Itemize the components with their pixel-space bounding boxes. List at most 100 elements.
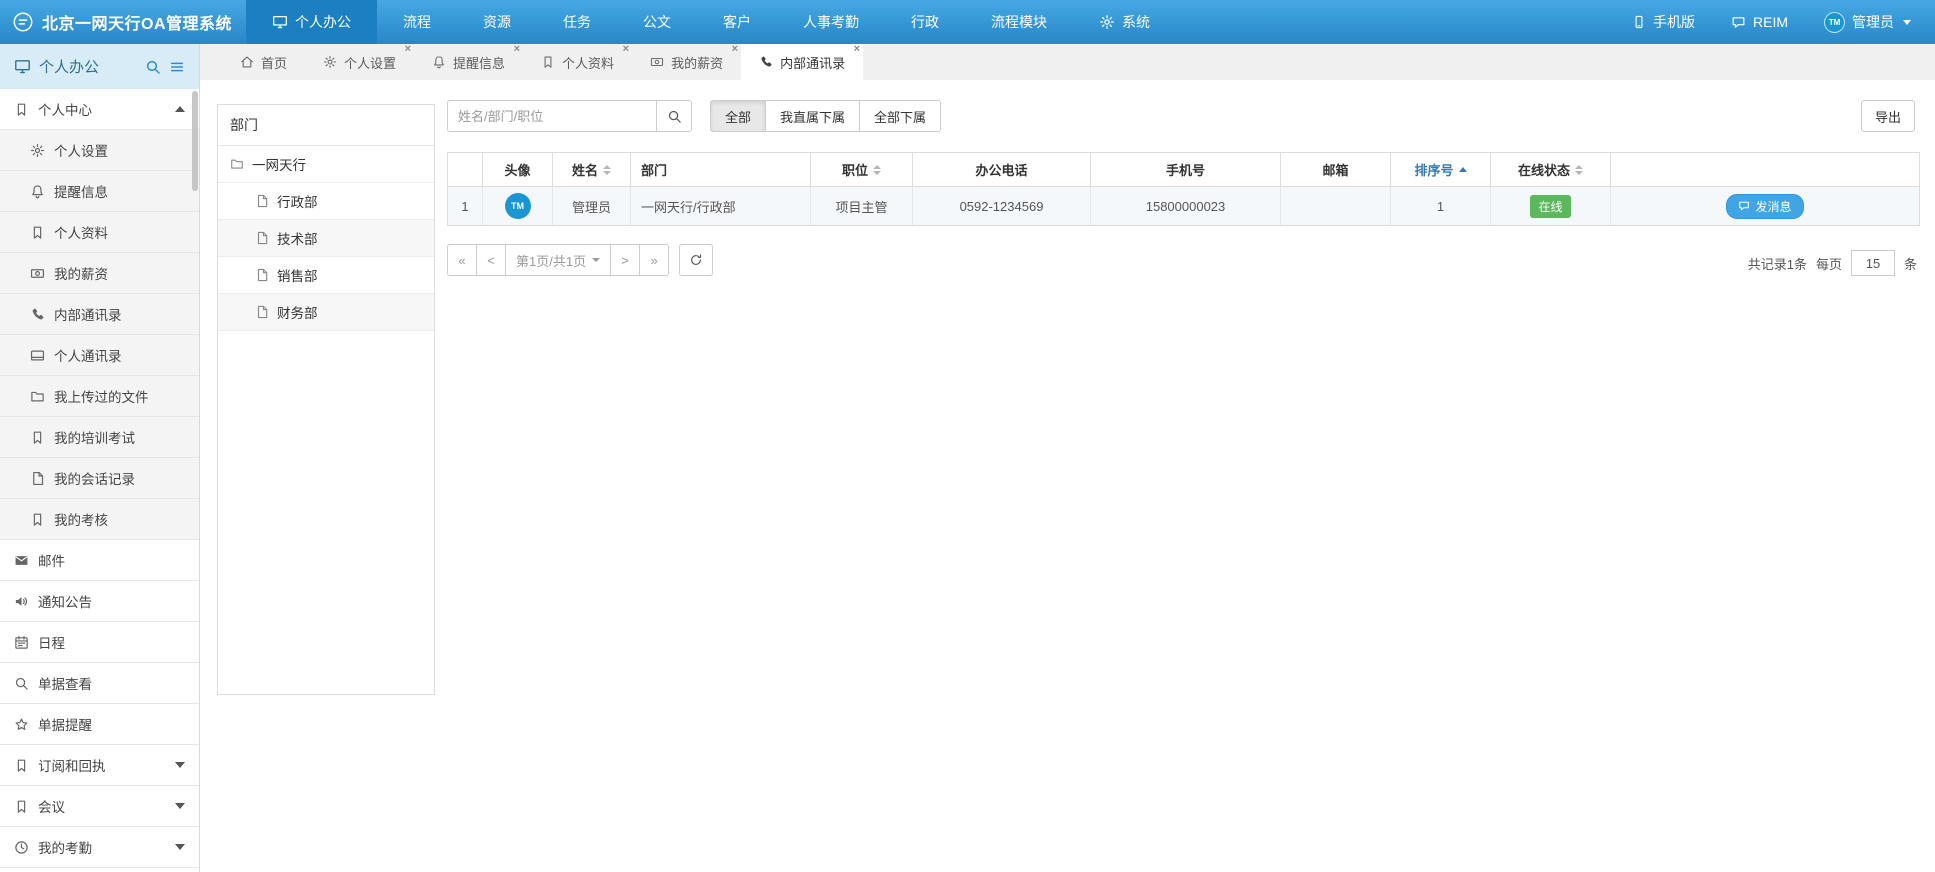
bookmark-icon xyxy=(14,102,29,117)
column-header-email: 邮箱 xyxy=(1281,153,1391,186)
menu-item-personal-office[interactable]: 个人办公 xyxy=(246,0,377,44)
next-page-button[interactable]: > xyxy=(610,244,640,276)
clock-icon xyxy=(14,840,29,855)
column-header-online-status[interactable]: 在线状态 xyxy=(1491,153,1611,186)
close-icon[interactable]: × xyxy=(405,44,411,55)
export-button[interactable]: 导出 xyxy=(1861,100,1915,132)
sidebar-item-subscription-receipt[interactable]: 订阅和回执 xyxy=(0,745,199,786)
page-select-button[interactable]: 第1页/共1页 xyxy=(505,244,611,276)
main-menu: 个人办公 流程 资源 任务 公文 客户 人事考勤 行政 流程模块 系统 xyxy=(246,0,1176,44)
file-icon xyxy=(255,268,269,282)
sidebar-item-meeting[interactable]: 会议 xyxy=(0,786,199,827)
app-title: 北京一网天行OA管理系统 xyxy=(42,10,232,34)
tree-item-tech-dept[interactable]: 技术部 xyxy=(218,220,434,257)
tab-my-salary[interactable]: 我的薪资 × xyxy=(632,44,741,80)
close-icon[interactable]: × xyxy=(623,44,629,55)
sidebar-item-my-salary[interactable]: 我的薪资 xyxy=(0,253,199,294)
column-header-name[interactable]: 姓名 xyxy=(553,153,631,186)
department-cell: 一网天行/行政部 xyxy=(631,187,811,225)
top-navbar: 北京一网天行OA管理系统 个人办公 流程 资源 任务 公文 客户 人事考勤 行政… xyxy=(0,0,1935,44)
sidebar-item-my-assessment[interactable]: 我的考核 xyxy=(0,499,199,540)
sidebar-item-internal-contacts[interactable]: 内部通讯录 xyxy=(0,294,199,335)
sidebar-menu-icon[interactable] xyxy=(169,59,185,75)
speaker-icon xyxy=(14,594,29,609)
last-page-button[interactable]: » xyxy=(639,244,669,276)
menu-item-system[interactable]: 系统 xyxy=(1073,0,1176,44)
search-button[interactable] xyxy=(656,100,692,132)
menu-item-hr-attendance[interactable]: 人事考勤 xyxy=(777,0,885,44)
filter-direct-subordinates-button[interactable]: 我直属下属 xyxy=(765,100,860,132)
tree-item-admin-dept[interactable]: 行政部 xyxy=(218,183,434,220)
filter-all-button[interactable]: 全部 xyxy=(710,100,766,132)
tab-internal-contacts[interactable]: 内部通讯录 × xyxy=(741,44,863,80)
refresh-icon xyxy=(689,253,703,267)
tab-home[interactable]: 首页 xyxy=(222,44,305,80)
column-header-index xyxy=(448,153,483,186)
send-message-button[interactable]: 发消息 xyxy=(1726,194,1803,219)
close-icon[interactable]: × xyxy=(514,44,520,55)
column-header-actions xyxy=(1611,153,1919,186)
sidebar-item-document-view[interactable]: 单据查看 xyxy=(0,663,199,704)
user-name: 管理员 xyxy=(1852,12,1894,32)
bookmark-icon xyxy=(30,512,45,527)
menu-item-workflow[interactable]: 流程 xyxy=(377,0,457,44)
file-icon xyxy=(30,471,45,486)
tab-personal-settings[interactable]: 个人设置 × xyxy=(305,44,414,80)
sidebar-item-personal-center[interactable]: 个人中心 xyxy=(0,89,199,130)
sidebar-item-announcements[interactable]: 通知公告 xyxy=(0,581,199,622)
column-header-position[interactable]: 职位 xyxy=(811,153,913,186)
tree-item-sales-dept[interactable]: 销售部 xyxy=(218,257,434,294)
tab-personal-profile[interactable]: 个人资料 × xyxy=(523,44,632,80)
tree-item-root[interactable]: 一网天行 xyxy=(218,146,434,183)
menu-item-workflow-module[interactable]: 流程模块 xyxy=(965,0,1073,44)
column-header-sort-order[interactable]: 排序号 xyxy=(1391,153,1491,186)
app-brand: 北京一网天行OA管理系统 xyxy=(0,0,246,44)
contact-card-icon xyxy=(30,348,45,363)
sidebar-item-personal-settings[interactable]: 个人设置 xyxy=(0,130,199,171)
sidebar-item-reminder-info[interactable]: 提醒信息 xyxy=(0,171,199,212)
sidebar-item-personal-profile[interactable]: 个人资料 xyxy=(0,212,199,253)
table-row[interactable]: 1 TM 管理员 一网天行/行政部 项目主管 0592-1234569 1580… xyxy=(448,187,1919,225)
chevron-down-icon xyxy=(1903,20,1911,25)
column-header-department: 部门 xyxy=(631,153,811,186)
menu-item-administration[interactable]: 行政 xyxy=(885,0,965,44)
sidebar-item-my-attendance[interactable]: 我的考勤 xyxy=(0,827,199,868)
filter-all-subordinates-button[interactable]: 全部下属 xyxy=(859,100,941,132)
refresh-button[interactable] xyxy=(679,244,713,276)
close-icon[interactable]: × xyxy=(854,44,860,55)
column-header-mobile: 手机号 xyxy=(1091,153,1281,186)
mobile-version-link[interactable]: 手机版 xyxy=(1632,12,1695,32)
tree-item-finance-dept[interactable]: 财务部 xyxy=(218,294,434,331)
sidebar-item-my-uploaded-files[interactable]: 我上传过的文件 xyxy=(0,376,199,417)
money-icon xyxy=(650,55,664,69)
search-input[interactable] xyxy=(447,100,657,132)
sidebar-item-document-reminder[interactable]: 单据提醒 xyxy=(0,704,199,745)
bookmark-icon xyxy=(541,55,555,69)
sidebar-item-mail[interactable]: 邮件 xyxy=(0,540,199,581)
folder-icon xyxy=(30,389,45,404)
menu-item-customers[interactable]: 客户 xyxy=(697,0,777,44)
bell-icon xyxy=(30,184,45,199)
tab-reminder-info[interactable]: 提醒信息 × xyxy=(414,44,523,80)
user-menu[interactable]: TM 管理员 xyxy=(1824,12,1911,33)
sidebar-item-my-session-records[interactable]: 我的会话记录 xyxy=(0,458,199,499)
menu-item-resources[interactable]: 资源 xyxy=(457,0,537,44)
sidebar-item-personal-contacts[interactable]: 个人通讯录 xyxy=(0,335,199,376)
reim-link[interactable]: REIM xyxy=(1731,14,1788,30)
phone-icon xyxy=(759,55,773,69)
menu-item-tasks[interactable]: 任务 xyxy=(537,0,617,44)
pagination: « < 第1页/共1页 > » xyxy=(447,244,713,276)
sidebar-item-schedule[interactable]: 日程 xyxy=(0,622,199,663)
prev-page-button[interactable]: < xyxy=(476,244,506,276)
sidebar-scrollbar[interactable] xyxy=(192,91,198,191)
monitor-icon xyxy=(272,14,288,30)
per-page-input[interactable] xyxy=(1851,250,1895,276)
sidebar-search-icon[interactable] xyxy=(145,59,161,75)
sidebar-item-my-training-exams[interactable]: 我的培训考试 xyxy=(0,417,199,458)
first-page-button[interactable]: « xyxy=(447,244,477,276)
filter-group: 全部 我直属下属 全部下属 xyxy=(710,100,941,132)
sort-icon xyxy=(1575,165,1583,175)
menu-item-documents[interactable]: 公文 xyxy=(617,0,697,44)
mail-icon xyxy=(14,553,29,568)
close-icon[interactable]: × xyxy=(732,44,738,55)
